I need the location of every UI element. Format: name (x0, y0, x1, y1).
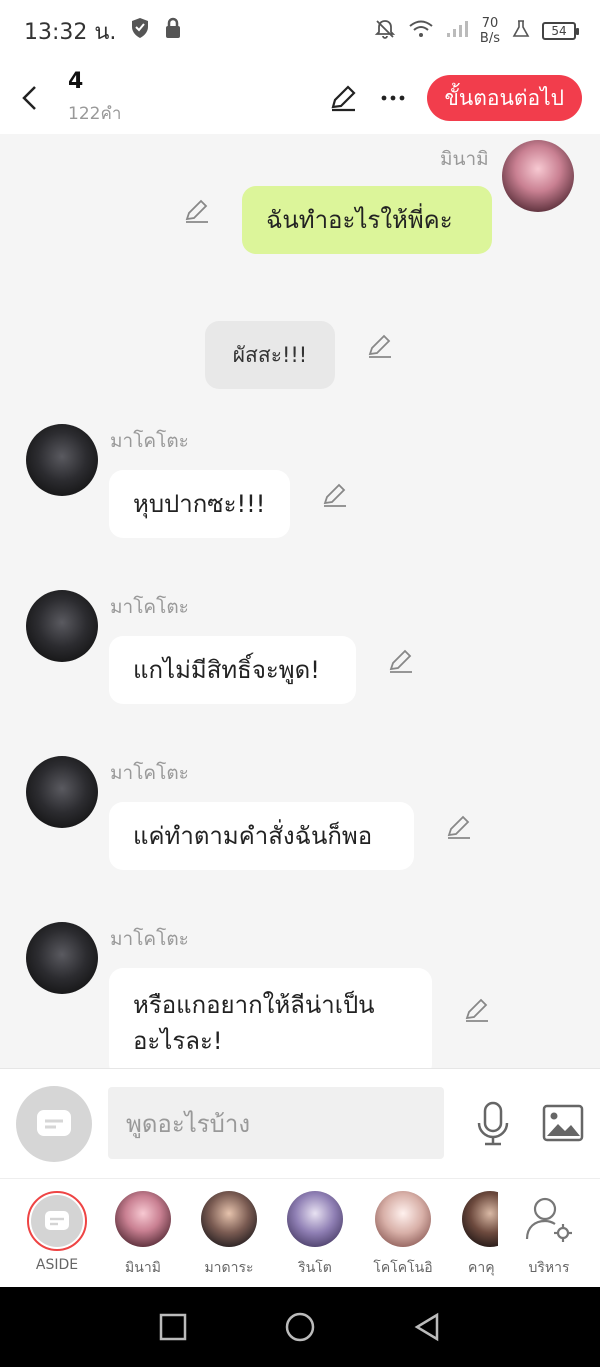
back-button[interactable] (4, 62, 54, 134)
character-kaku[interactable]: คาคุ (454, 1191, 498, 1281)
home-button[interactable] (280, 1307, 320, 1347)
avatar (375, 1191, 431, 1247)
message-bubble[interactable]: หุบปากซะ!!! (109, 470, 290, 538)
circle-icon (285, 1312, 315, 1342)
character-bar: ASIDE มินามิ มาดาระ รินโต โคโคโนอิ คาคุ … (0, 1178, 600, 1287)
character-label: โคโคโนอิ (373, 1260, 433, 1276)
image-icon[interactable] (542, 1103, 584, 1143)
character-label: รินโต (298, 1260, 332, 1276)
lock-icon (164, 17, 182, 45)
edit-title-button[interactable] (327, 82, 359, 114)
avatar[interactable] (26, 424, 98, 496)
system-nav-bar (0, 1287, 600, 1367)
word-count: 122คำ (68, 104, 122, 124)
message-bubble[interactable]: แค่ทำตามคำสั่งฉันก็พอ (109, 802, 414, 870)
pencil-icon (331, 85, 356, 112)
battery-indicator: 54 (542, 22, 579, 40)
sender-name: มาโคโตะ (110, 928, 189, 950)
chevron-left-icon (22, 86, 36, 110)
sender-name: มาโคโตะ (110, 596, 189, 618)
chat-area[interactable]: มินามิ ฉันทำอะไรให้พี่คะ ผัสสะ!!! มาโคโต… (0, 134, 600, 1068)
sender-name: มาโคโตะ (110, 430, 189, 452)
bell-off-icon (374, 18, 396, 44)
status-bar: 13:32 น. 70 B/s 54 (0, 0, 600, 62)
avatar (201, 1191, 257, 1247)
message-icon (37, 1110, 71, 1136)
shield-icon (130, 17, 150, 45)
title-block: 4 122คำ (68, 69, 121, 127)
aside-avatar (27, 1191, 87, 1251)
avatar[interactable] (26, 922, 98, 994)
character-label: มินามิ (125, 1260, 161, 1276)
flask-icon (512, 19, 530, 43)
triangle-back-icon (414, 1312, 438, 1342)
sender-name: มาโคโตะ (110, 762, 189, 784)
net-speed: 70 B/s (479, 16, 500, 46)
character-kokonoi[interactable]: โคโคโนอิ (368, 1191, 438, 1281)
more-options-button[interactable] (377, 82, 409, 114)
edit-message-icon[interactable] (387, 647, 415, 675)
message-icon (45, 1211, 69, 1230)
avatar (115, 1191, 171, 1247)
edit-message-icon[interactable] (366, 332, 394, 360)
message-input[interactable]: พูดอะไรบ้าง (108, 1087, 444, 1159)
aside-toggle-button[interactable] (16, 1086, 92, 1162)
message-bubble[interactable]: แกไม่มีสิทธิ์จะพูด! (109, 636, 356, 704)
edit-message-icon[interactable] (321, 481, 349, 509)
more-dots-icon (381, 95, 404, 101)
sender-name: มินามิ (440, 148, 489, 170)
edit-message-icon[interactable] (183, 197, 211, 225)
character-label: คาคุ (468, 1260, 495, 1276)
character-rinto[interactable]: รินโต (280, 1191, 350, 1281)
character-label: ASIDE (35, 1257, 79, 1273)
chat-header: 4 122คำ ขั้นตอนต่อไป (0, 62, 600, 134)
message-bubble[interactable]: ฉันทำอะไรให้พี่คะ (242, 186, 492, 254)
avatar[interactable] (26, 756, 98, 828)
avatar (462, 1191, 498, 1247)
square-icon (160, 1313, 187, 1341)
character-madara[interactable]: มาดาระ (194, 1191, 264, 1281)
avatar (287, 1191, 343, 1247)
user-settings-icon (525, 1197, 572, 1242)
avatar[interactable] (502, 140, 574, 212)
character-label: มาดาระ (204, 1260, 254, 1276)
manage-button[interactable]: บริหาร (514, 1191, 584, 1281)
message-line: หรือแกอยากให้ลีน่าเป็น (133, 991, 375, 1019)
microphone-icon[interactable] (474, 1101, 512, 1147)
back-nav-button[interactable] (407, 1307, 447, 1347)
status-time: 13:32 น. (24, 19, 117, 45)
message-line: อะไรละ! (133, 1027, 223, 1055)
recent-apps-button[interactable] (153, 1307, 193, 1347)
page-title: 4 (68, 69, 84, 94)
character-label: บริหาร (528, 1260, 570, 1276)
character-aside[interactable]: ASIDE (22, 1191, 92, 1281)
signal-icon (446, 20, 468, 42)
avatar[interactable] (26, 590, 98, 662)
character-minami[interactable]: มินามิ (108, 1191, 178, 1281)
next-step-button[interactable]: ขั้นตอนต่อไป (426, 75, 582, 121)
message-bubble[interactable]: หรือแกอยากให้ลีน่าเป็น อะไรละ! (109, 968, 432, 1068)
wifi-icon (408, 19, 434, 43)
edit-message-icon[interactable] (463, 996, 491, 1024)
input-bar: พูดอะไรบ้าง (0, 1068, 600, 1178)
narration-bubble[interactable]: ผัสสะ!!! (205, 321, 335, 389)
edit-message-icon[interactable] (445, 813, 473, 841)
